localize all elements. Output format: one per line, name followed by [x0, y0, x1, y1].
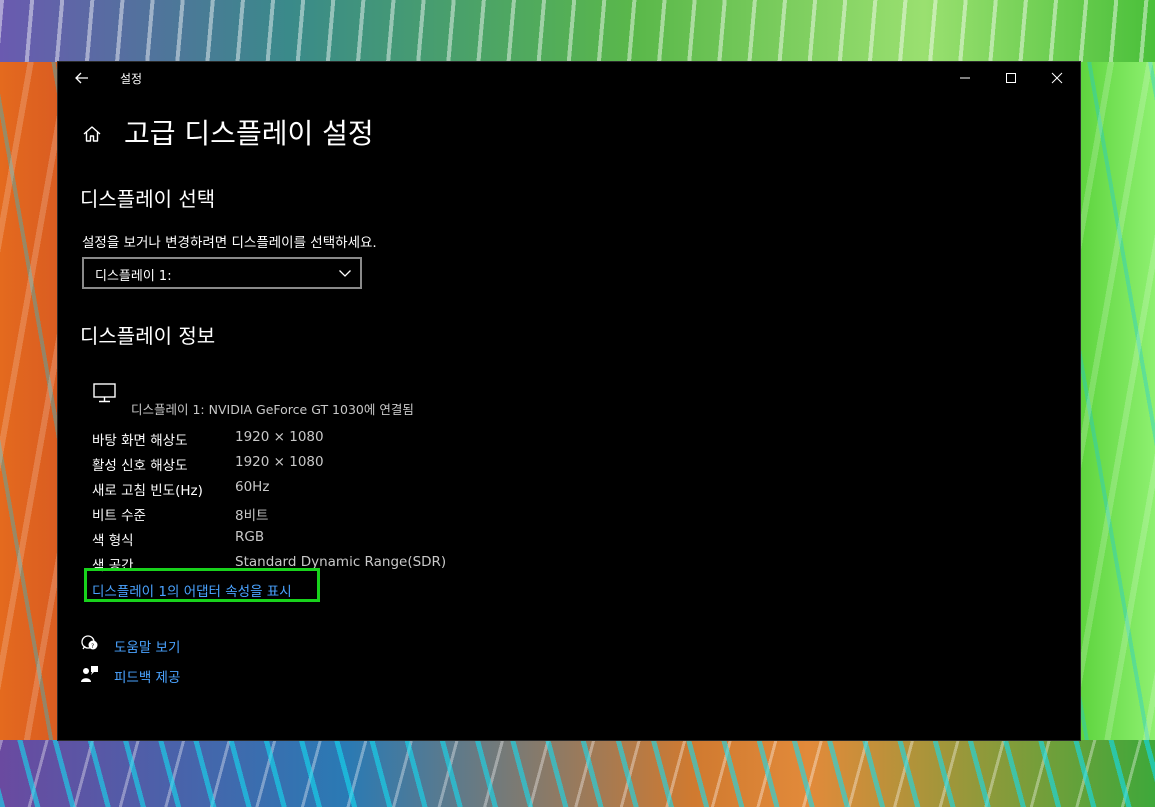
info-value: RGB [235, 529, 265, 545]
window-title: 설정 [120, 72, 143, 86]
back-button[interactable] [70, 66, 94, 90]
select-display-heading: 디스플레이 선택 [80, 187, 216, 211]
give-feedback-link[interactable]: 피드백 제공 [114, 666, 180, 686]
display-info-heading: 디스플레이 정보 [80, 324, 216, 348]
back-arrow-icon [75, 72, 88, 84]
info-value: 1920 × 1080 [235, 429, 324, 445]
svg-text:?: ? [91, 643, 94, 650]
display-select-value: 디스플레이 1: [95, 269, 172, 284]
info-key: 비트 수준 [92, 508, 146, 524]
info-key: 활성 신호 해상도 [92, 458, 188, 474]
title-bar[interactable]: 설정 [58, 62, 1080, 94]
maximize-icon [1006, 73, 1016, 83]
close-button[interactable] [1034, 62, 1080, 94]
minimize-icon [960, 77, 970, 79]
maximize-button[interactable] [988, 62, 1034, 94]
settings-window: 설정 고급 디스플레이 설정 디스플레이 선택 설정을 보거나 변경하려면 디스… [58, 62, 1080, 740]
info-value: 8비트 [235, 508, 269, 524]
chevron-down-icon [339, 270, 351, 277]
connected-adapter-caption: 디스플레이 1: NVIDIA GeForce GT 1030에 연결됨 [131, 402, 414, 417]
select-display-description: 설정을 보거나 변경하려면 디스플레이를 선택하세요. [82, 235, 377, 251]
desktop-wallpaper-top [0, 0, 1155, 62]
info-key: 새로 고침 빈도(Hz) [92, 483, 203, 499]
feedback-person-icon [81, 666, 98, 682]
info-value: 1920 × 1080 [235, 454, 324, 470]
info-key: 바탕 화면 해상도 [92, 433, 188, 449]
info-value: 60Hz [235, 479, 270, 495]
monitor-icon [93, 383, 116, 403]
adapter-properties-link[interactable]: 디스플레이 1의 어댑터 속성을 표시 [92, 580, 292, 600]
display-select-dropdown[interactable]: 디스플레이 1: [82, 257, 362, 289]
desktop-wallpaper-bottom [0, 740, 1155, 807]
chat-help-icon: ? [81, 635, 98, 650]
info-key: 색 형식 [92, 533, 134, 549]
minimize-button[interactable] [942, 62, 988, 94]
home-button[interactable] [80, 122, 104, 146]
home-icon [83, 126, 101, 142]
get-help-link[interactable]: 도움말 보기 [114, 636, 180, 656]
close-icon [1051, 72, 1063, 84]
page-title: 고급 디스플레이 설정 [124, 117, 374, 150]
